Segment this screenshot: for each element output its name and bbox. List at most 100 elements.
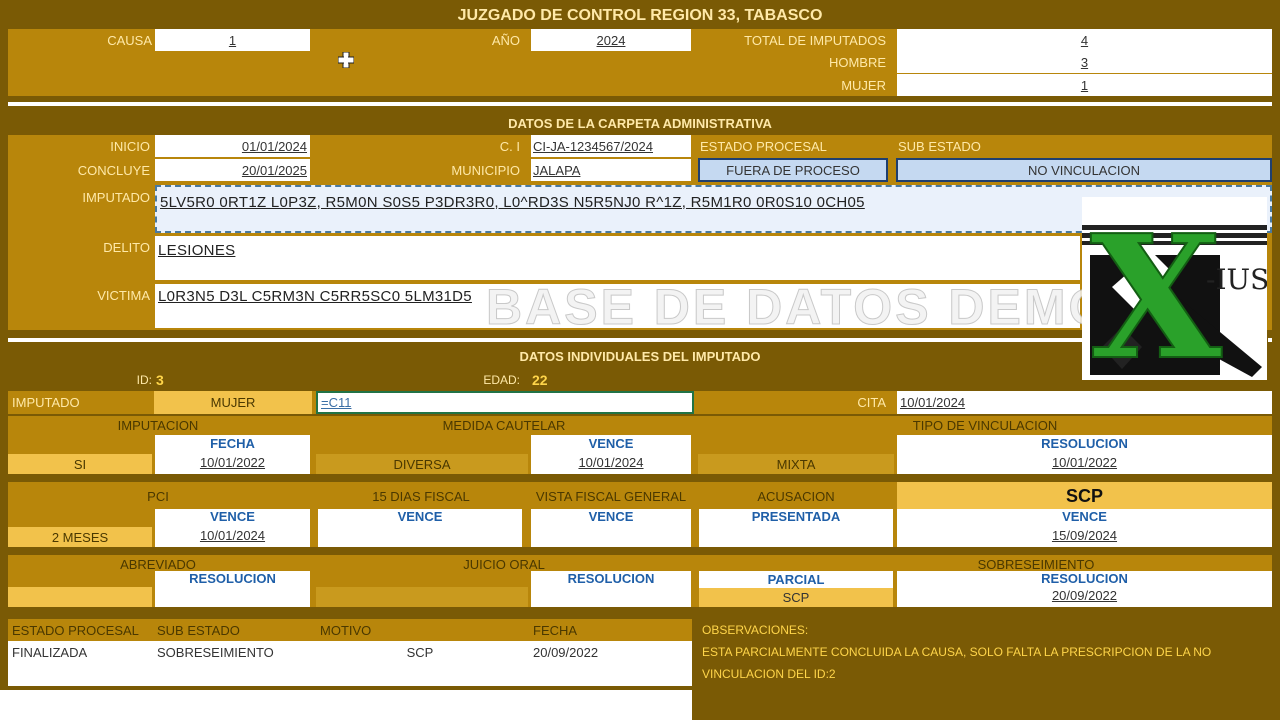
scp-label: SCP: [897, 482, 1272, 511]
medida-value[interactable]: DIVERSA: [316, 454, 528, 474]
page-title: JUZGADO DE CONTROL REGION 33, TABASCO: [457, 7, 823, 24]
final-motivo-label: MOTIVO: [320, 622, 372, 638]
medida-fecha: 10/01/2024: [578, 455, 644, 470]
imputacion-label: IMPUTACION: [117, 417, 199, 433]
causa-field[interactable]: 1: [155, 29, 310, 51]
ci-label: C. I: [499, 138, 520, 154]
individual-header: DATOS INDIVIDUALES DEL IMPUTADO: [519, 348, 761, 364]
imputado-label: IMPUTADO: [82, 189, 150, 205]
juicio-sub-label: RESOLUCION: [567, 571, 655, 586]
cursor-cross-icon: [337, 51, 355, 69]
fiscal15-label: 15 DIAS FISCAL: [372, 488, 470, 504]
hombre-label: HOMBRE: [828, 54, 886, 70]
final-estado-label: ESTADO PROCESAL: [12, 622, 139, 638]
vista-sub-label: VENCE: [588, 509, 634, 524]
juicio-resolucion-cell[interactable]: RESOLUCION: [531, 571, 691, 607]
tipo-sub-label: RESOLUCION: [1041, 436, 1128, 451]
tipo-vinculacion-value[interactable]: MIXTA: [698, 454, 894, 474]
pci-label: PCI: [147, 488, 169, 504]
divider: [1268, 338, 1272, 342]
medida-label: MEDIDA CAUTELAR: [442, 417, 566, 433]
id-value: 3: [156, 372, 164, 388]
fiscal15-vence-cell[interactable]: VENCE: [318, 509, 522, 547]
edad-value: 22: [532, 372, 548, 388]
abreviado-sub-label: RESOLUCION: [189, 571, 276, 586]
scp-fecha: 15/09/2024: [1051, 528, 1118, 543]
anio-field[interactable]: 2024: [531, 29, 691, 51]
juicio-oral-value[interactable]: [316, 587, 528, 607]
final-fecha-value[interactable]: 20/09/2022: [533, 642, 683, 662]
tipo-vinculacion-label: TIPO DE VINCULACION: [912, 417, 1058, 433]
sobreseimiento-tipo[interactable]: SCP: [699, 588, 893, 607]
scp-sub-label: VENCE: [1062, 509, 1107, 524]
estado-procesal-field[interactable]: FUERA DE PROCESO: [698, 158, 888, 182]
sobre-fecha: 20/09/2022: [1051, 588, 1118, 603]
tipo-resolucion-cell[interactable]: RESOLUCION 10/01/2022: [897, 435, 1272, 474]
acusacion-cell[interactable]: PRESENTADA: [699, 509, 893, 547]
ci-field[interactable]: CI-JA-1234567/2024: [531, 135, 691, 157]
municipio-field[interactable]: JALAPA: [531, 159, 691, 181]
observaciones-label: OBSERVACIONES:: [702, 623, 809, 637]
inicio-field[interactable]: 01/01/2024: [155, 135, 310, 157]
sub-estado-label: SUB ESTADO: [898, 138, 981, 154]
delito-label: DELITO: [103, 239, 150, 255]
cita-label: CITA: [857, 395, 886, 410]
imputacion-fecha: 10/01/2022: [199, 455, 266, 470]
xius-logo: X -IUS: [1082, 197, 1267, 380]
pci-sub-label: VENCE: [210, 509, 255, 524]
mujer-label: MUJER: [841, 77, 886, 93]
hombre-field[interactable]: 3: [897, 51, 1272, 73]
divider: [8, 338, 1083, 342]
inicio-label: INICIO: [110, 138, 150, 154]
scp-vence-cell[interactable]: VENCE 15/09/2024: [897, 509, 1272, 547]
final-estado-value[interactable]: FINALIZADA: [12, 642, 152, 662]
logo-letter: X: [1090, 198, 1222, 380]
anio-label: AÑO: [491, 32, 520, 48]
imputacion-sub-label: FECHA: [210, 436, 255, 451]
causa-label: CAUSA: [107, 32, 152, 48]
sub-estado-field[interactable]: NO VINCULACION: [896, 158, 1272, 182]
imputacion-fecha-cell[interactable]: FECHA 10/01/2022: [155, 435, 310, 474]
delito-field[interactable]: LESIONES: [155, 236, 1080, 280]
final-motivo-value[interactable]: SCP: [320, 642, 520, 662]
abreviado-resolucion-cell[interactable]: RESOLUCION: [155, 571, 310, 607]
concluye-label: CONCLUYE: [77, 162, 150, 178]
total-imputados-label: TOTAL DE IMPUTADOS: [744, 32, 886, 48]
logo-text: -IUS: [1206, 263, 1267, 296]
municipio-label: MUNICIPIO: [451, 162, 520, 178]
sobreseimiento-parcial[interactable]: PARCIAL: [699, 571, 893, 588]
estado-procesal-label: ESTADO PROCESAL: [700, 138, 827, 154]
edad-label: EDAD:: [483, 373, 520, 387]
abreviado-value[interactable]: [8, 587, 152, 607]
acusacion-label: ACUSACION: [757, 488, 835, 504]
medida-vence-cell[interactable]: VENCE 10/01/2024: [531, 435, 691, 474]
imputacion-value[interactable]: SI: [8, 454, 152, 474]
formula-cell[interactable]: =C11: [316, 391, 694, 414]
imputado-row-label: IMPUTADO: [12, 395, 80, 410]
vista-vence-cell[interactable]: VENCE: [531, 509, 691, 547]
sexo-field[interactable]: MUJER: [154, 391, 312, 414]
acusacion-sub-label: PRESENTADA: [751, 509, 841, 524]
medida-sub-label: VENCE: [588, 436, 634, 451]
vista-fiscal-label: VISTA FISCAL GENERAL: [535, 488, 687, 504]
mujer-field[interactable]: 1: [897, 74, 1272, 96]
tipo-fecha: 10/01/2022: [1051, 455, 1118, 470]
id-label: ID:: [136, 373, 152, 387]
total-imputados-field[interactable]: 4: [897, 29, 1272, 51]
sobre-resolucion-cell[interactable]: RESOLUCION 20/09/2022: [897, 571, 1272, 607]
observaciones-text[interactable]: ESTA PARCIALMENTE CONCLUIDA LA CAUSA, SO…: [702, 641, 1242, 685]
divider: [8, 102, 1272, 106]
pci-vence-cell[interactable]: VENCE 10/01/2024: [155, 509, 310, 547]
sobre-sub-label: RESOLUCION: [1041, 571, 1128, 586]
fiscal15-sub-label: VENCE: [397, 509, 443, 524]
demo-watermark: BASE DE DATOS DEMO: [485, 279, 1111, 336]
pci-value[interactable]: 2 MESES: [8, 527, 152, 547]
carpeta-header: DATOS DE LA CARPETA ADMINISTRATIVA: [508, 115, 772, 131]
pci-fecha: 10/01/2024: [199, 528, 266, 543]
victima-label: VICTIMA: [97, 287, 150, 303]
final-sub-value[interactable]: SOBRESEIMIENTO: [157, 642, 307, 662]
final-sub-label: SUB ESTADO: [157, 622, 240, 638]
cita-field[interactable]: 10/01/2024: [897, 391, 1272, 414]
final-fecha-label: FECHA: [533, 622, 578, 638]
concluye-field[interactable]: 20/01/2025: [155, 159, 310, 181]
